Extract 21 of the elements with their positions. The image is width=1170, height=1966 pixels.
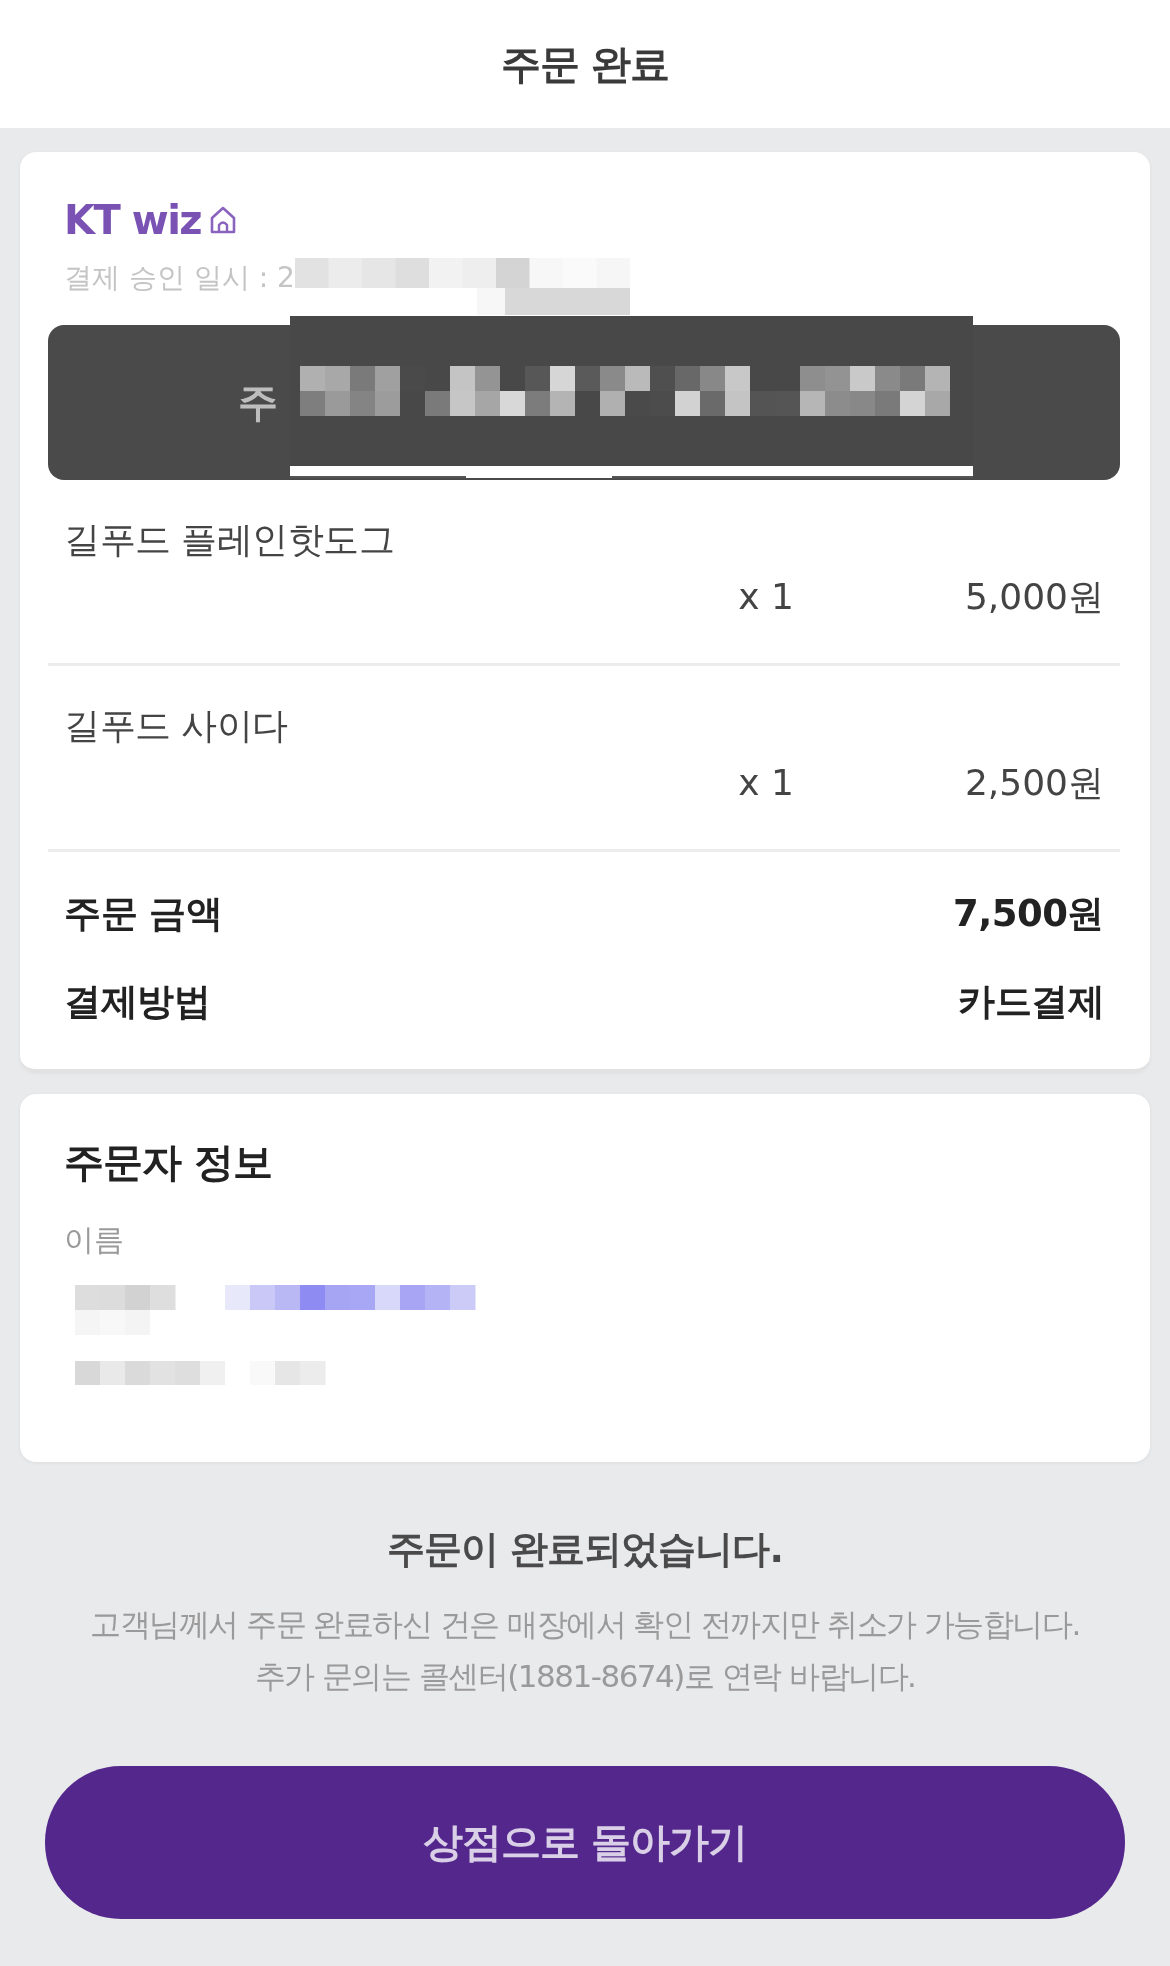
page-title: 주문 완료 bbox=[500, 39, 670, 89]
completion-message: 주문이 완료되었습니다. bbox=[387, 1526, 783, 1573]
item-price: 2,500원 bbox=[964, 761, 1104, 805]
item-quantity: x 1 bbox=[738, 575, 794, 619]
notice-text: 고객님께서 주문 완료하신 건은 매장에서 확인 전까지만 취소가 가능합니다. bbox=[90, 1605, 1080, 1644]
item-name: 길푸드 플레인핫도그 bbox=[64, 518, 395, 562]
item-name: 길푸드 사이다 bbox=[64, 704, 288, 748]
approval-time: 결제 승인 일시 : 2 bbox=[64, 260, 295, 296]
back-to-store-button[interactable]: 상점으로 돌아가기 bbox=[45, 1766, 1125, 1919]
notice-text: 추가 문의는 콜센터(1881-8674)로 연락 바랍니다. bbox=[254, 1657, 916, 1696]
summary-value: 7,500원 bbox=[952, 892, 1104, 936]
order-number-text: 주 bbox=[238, 378, 278, 427]
field-label: 이름 bbox=[64, 1222, 124, 1258]
store-name: KT wiz bbox=[64, 197, 202, 243]
summary-label: 주문 금액 bbox=[64, 892, 223, 936]
house-icon[interactable] bbox=[209, 205, 238, 235]
summary-label: 결제방법 bbox=[64, 980, 210, 1024]
item-price: 5,000원 bbox=[964, 575, 1104, 619]
item-quantity: x 1 bbox=[738, 761, 794, 805]
summary-value: 카드결제 bbox=[958, 980, 1104, 1024]
section-title: 주문자 정보 bbox=[64, 1138, 272, 1186]
